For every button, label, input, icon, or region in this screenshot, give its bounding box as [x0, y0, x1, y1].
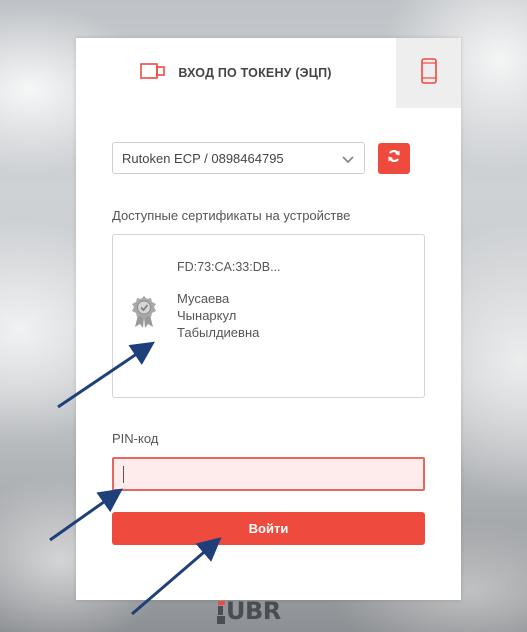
logo-mark-icon [217, 601, 225, 624]
token-device-icon [140, 62, 166, 84]
certificate-owner-line: Чынаркул [177, 308, 237, 323]
certificate-owner-line: Табылдиевна [177, 325, 260, 340]
device-select-value: Rutoken ECP / 0898464795 [122, 150, 284, 166]
refresh-button[interactable] [378, 143, 410, 174]
certificate-id: FD:73:CA:33:DB... [177, 260, 281, 274]
logo-text: UBR [226, 597, 281, 625]
refresh-icon [387, 149, 401, 168]
certificate-badge-icon [131, 295, 157, 334]
tab-mobile-login[interactable] [396, 38, 461, 108]
certificate-item[interactable]: FD:73:CA:33:DB... Мусаева Чынаркул Табыл… [112, 234, 425, 398]
chevron-down-icon [342, 153, 354, 168]
tab-token-label: ВХОД ПО ТОКЕНУ (ЭЦП) [178, 66, 332, 80]
mobile-phone-icon [420, 57, 437, 89]
tab-token-login[interactable]: ВХОД ПО ТОКЕНУ (ЭЦП) [76, 38, 396, 108]
text-cursor [123, 466, 124, 483]
certificates-label: Доступные сертификаты на устройстве [112, 208, 351, 223]
login-card: ВХОД ПО ТОКЕНУ (ЭЦП) Rutoken ECP / 08984… [76, 38, 461, 600]
ubr-logo: UBR [216, 597, 281, 625]
device-select[interactable]: Rutoken ECP / 0898464795 [112, 142, 365, 174]
pin-input[interactable] [112, 457, 425, 491]
auth-tabs: ВХОД ПО ТОКЕНУ (ЭЦП) [76, 38, 461, 108]
login-button[interactable]: Войти [112, 512, 425, 545]
certificate-owner-line: Мусаева [177, 291, 230, 306]
pin-label: PIN-код [112, 431, 159, 446]
